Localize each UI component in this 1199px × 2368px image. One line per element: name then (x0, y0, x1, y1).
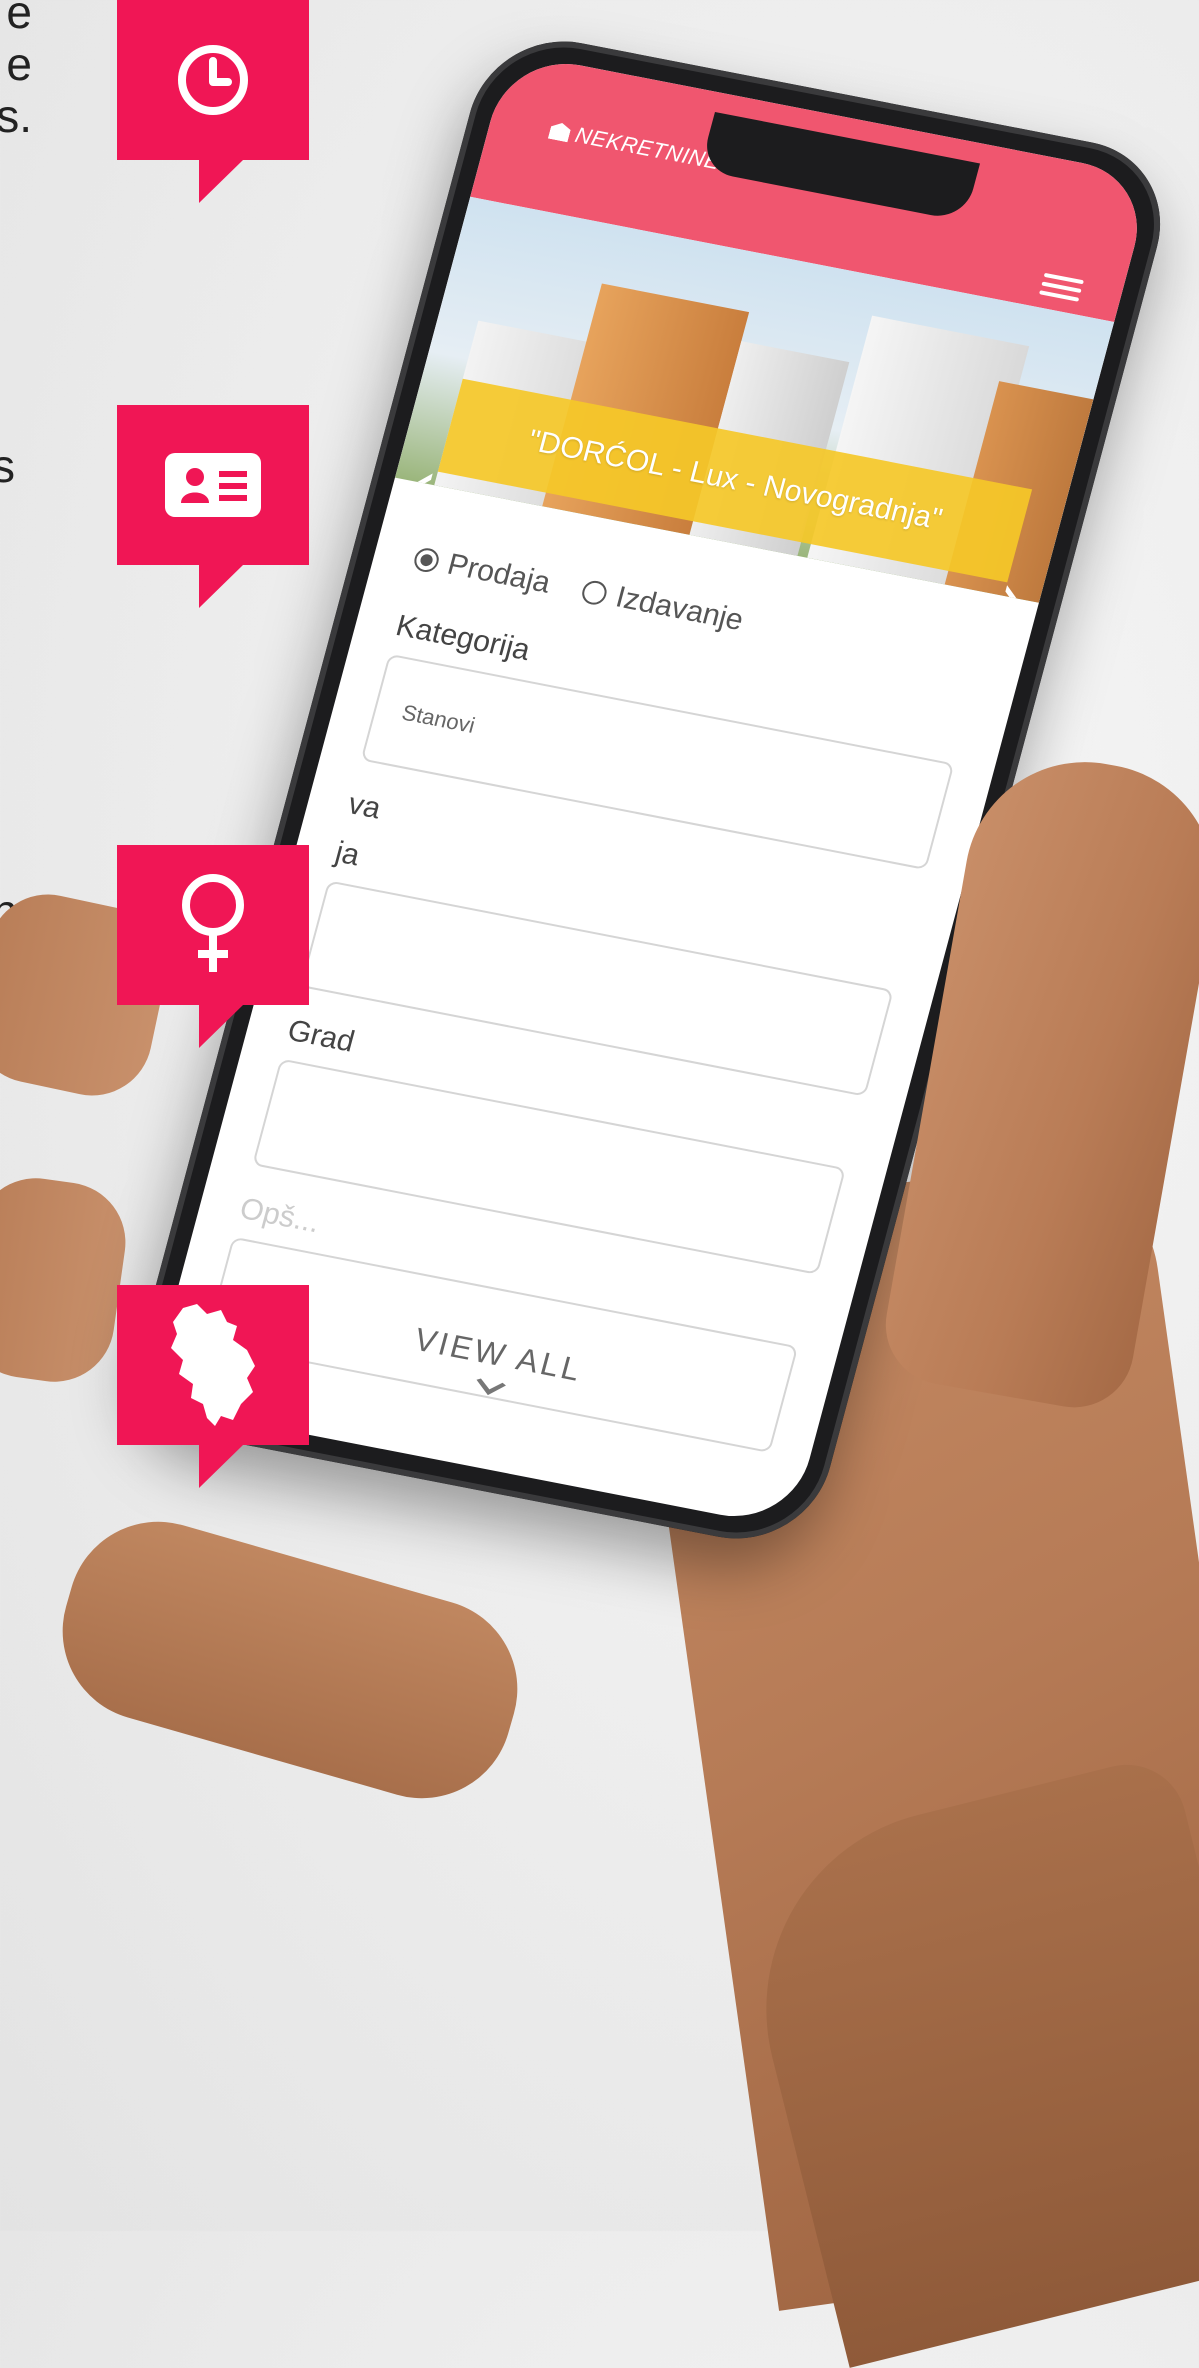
finger (41, 1500, 539, 1820)
house-logo-icon (548, 121, 572, 142)
radio-rent-label: Izdavanje (612, 580, 747, 638)
chevron-down-icon (476, 1378, 506, 1396)
radio-unselected-icon (579, 578, 610, 607)
hamburger-menu-icon[interactable] (1038, 268, 1085, 302)
serbia-map-icon (117, 1285, 309, 1445)
radio-sale[interactable]: Prodaja (410, 541, 554, 600)
feature-pin-female (117, 845, 309, 1048)
feature-pin-id-card (117, 405, 309, 608)
id-card-icon (117, 405, 309, 565)
female-symbol-icon (117, 845, 309, 1005)
feature-pin-clock (117, 0, 309, 203)
radio-sale-label: Prodaja (443, 547, 555, 600)
radio-selected-icon (411, 546, 442, 575)
finger (0, 1170, 134, 1390)
radio-rent[interactable]: Izdavanje (579, 574, 747, 638)
edge-text-middle: s (0, 440, 15, 492)
edge-text-top: e e s. (0, 0, 32, 142)
feature-pin-map (117, 1285, 309, 1488)
clock-icon (117, 0, 309, 160)
